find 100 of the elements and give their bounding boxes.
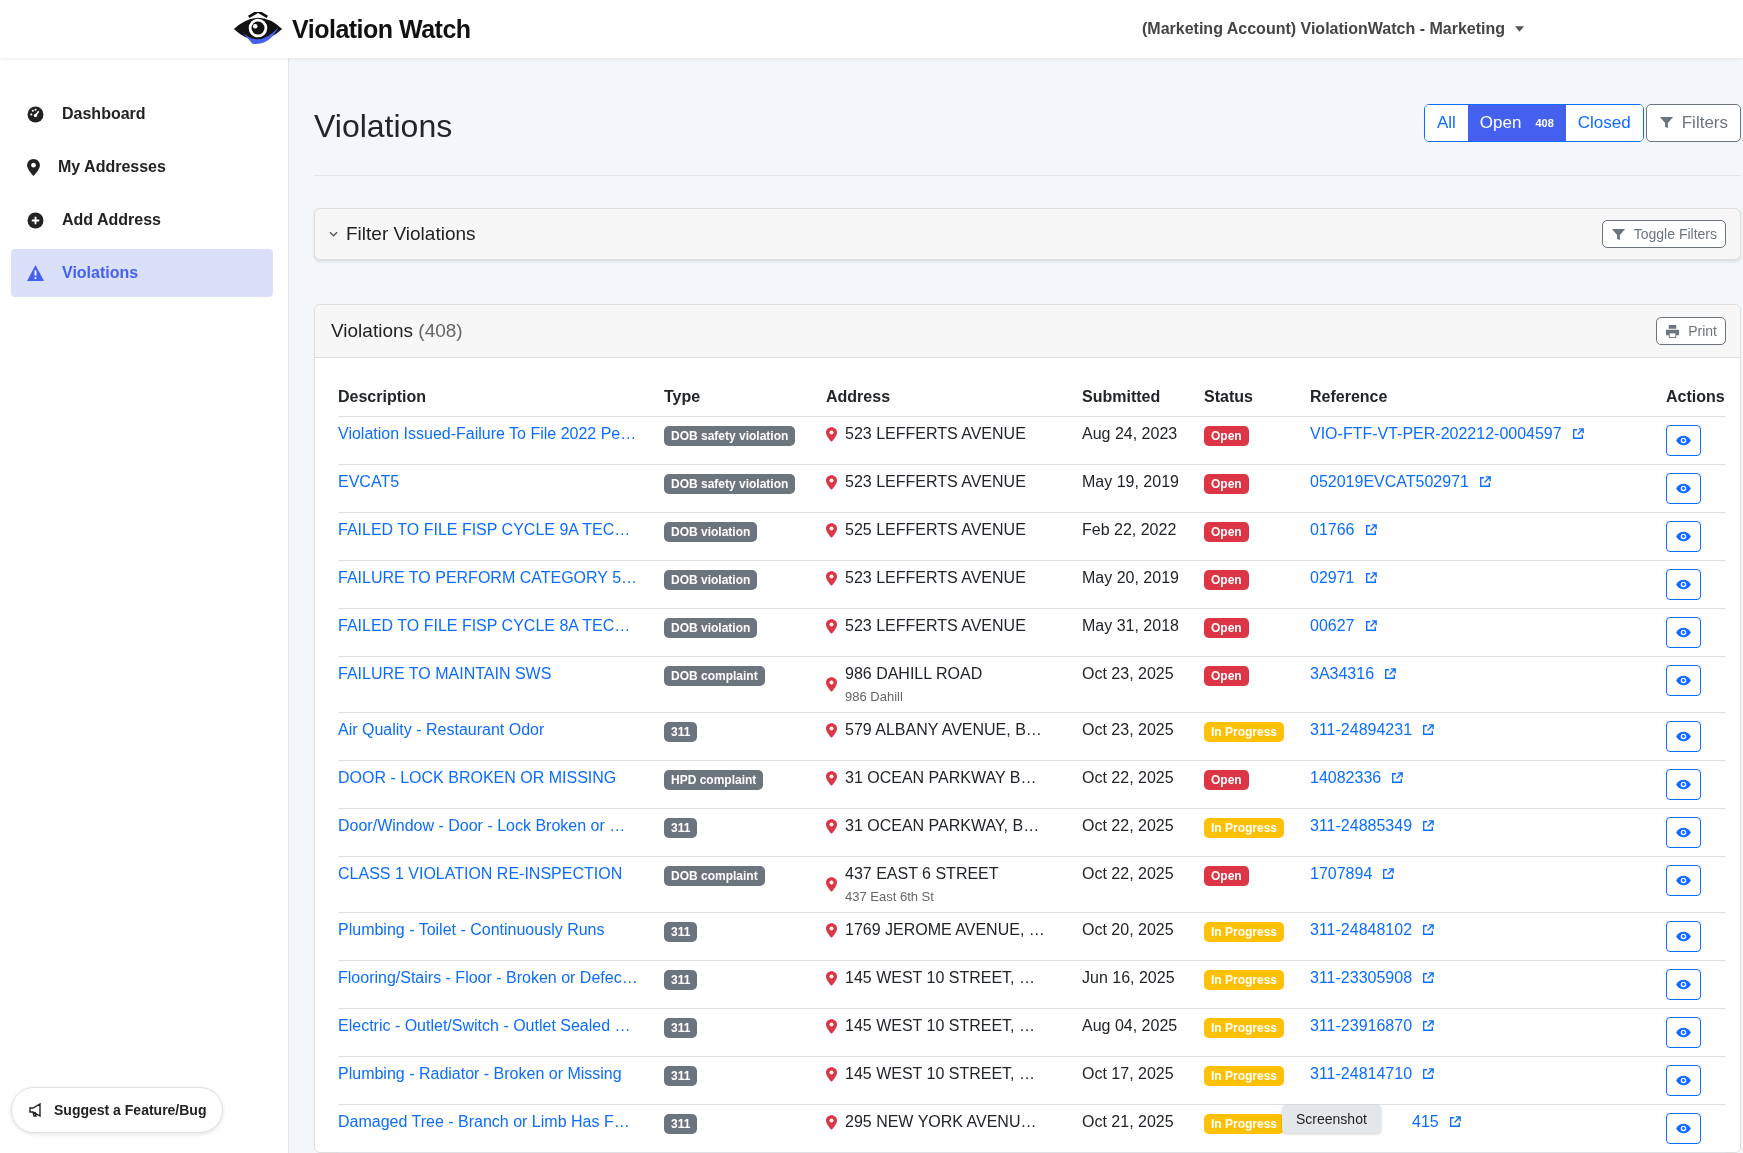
address-text: 523 LEFFERTS AVENUE xyxy=(845,569,1026,587)
view-button[interactable] xyxy=(1666,921,1701,952)
external-link-icon xyxy=(1478,476,1491,488)
description-link[interactable]: FAILURE TO MAINTAIN SWS xyxy=(338,665,552,682)
address-text: 525 LEFFERTS AVENUE xyxy=(845,521,1026,539)
account-menu[interactable]: (Marketing Account) ViolationWatch - Marketing xyxy=(1138,16,1528,42)
map-pin-icon xyxy=(826,877,837,892)
external-link-icon xyxy=(1364,620,1377,632)
filters-button[interactable]: Filters xyxy=(1645,103,1741,142)
eye-icon xyxy=(1676,579,1691,590)
filter-panel-toggle[interactable]: Filter Violations xyxy=(329,223,476,245)
reference-link[interactable]: 02971 xyxy=(1310,569,1377,587)
eye-icon xyxy=(1676,627,1691,638)
status-filter-tab[interactable]: Open 408 xyxy=(1467,104,1566,141)
map-pin-icon xyxy=(826,1114,837,1130)
column-header: Reference xyxy=(1310,378,1666,417)
description-link[interactable]: Electric - Outlet/Switch - Outlet Sealed … xyxy=(338,1017,631,1034)
description-link[interactable]: Door/Window - Door - Lock Broken or … xyxy=(338,817,626,834)
reference-link[interactable]: 311-24885349 xyxy=(1310,817,1435,835)
address-text: 295 NEW YORK AVENU… xyxy=(845,1113,1037,1131)
reference-link[interactable]: 311-23916870 xyxy=(1310,1017,1435,1035)
submitted-date: Oct 23, 2025 xyxy=(1082,712,1204,761)
toggle-filters-button[interactable]: Toggle Filters xyxy=(1601,220,1726,248)
map-pin-icon xyxy=(826,970,837,986)
map-pin-icon xyxy=(826,426,837,442)
view-button[interactable] xyxy=(1666,1065,1701,1096)
sidebar-item[interactable]: Dashboard xyxy=(11,90,273,138)
sidebar-item[interactable]: My Addresses xyxy=(11,143,273,191)
address-text: 523 LEFFERTS AVENUE xyxy=(845,425,1026,443)
card-title: Violations (408) xyxy=(331,320,463,342)
count-label: 408 xyxy=(1535,116,1554,129)
external-link-icon xyxy=(1422,924,1435,936)
reference-link[interactable]: 415 xyxy=(1412,1113,1461,1131)
type-badge: 311 xyxy=(664,970,698,990)
address-text: 579 ALBANY AVENUE, B… xyxy=(845,721,1042,739)
status-badge: Open xyxy=(1204,522,1249,542)
view-button[interactable] xyxy=(1666,617,1701,648)
submitted-date: Oct 17, 2025 xyxy=(1082,1056,1204,1105)
brand-name: Violation Watch xyxy=(292,14,471,44)
description-link[interactable]: Flooring/Stairs - Floor - Broken or Defec… xyxy=(338,969,638,986)
address-text: 145 WEST 10 STREET, … xyxy=(845,1017,1035,1035)
submitted-date: May 19, 2019 xyxy=(1082,464,1204,513)
reference-link[interactable]: 14082336 xyxy=(1310,769,1404,787)
view-button[interactable] xyxy=(1666,721,1701,752)
reference-link[interactable]: 3A34316 xyxy=(1310,665,1397,683)
view-button[interactable] xyxy=(1666,521,1701,552)
view-button[interactable] xyxy=(1666,817,1701,848)
suggest-feature-button[interactable]: Suggest a Feature/Bug xyxy=(11,1087,224,1133)
address-text: 145 WEST 10 STREET, … xyxy=(845,1065,1035,1083)
reference-link[interactable]: 01766 xyxy=(1310,521,1377,539)
description-link[interactable]: CLASS 1 VIOLATION RE-INSPECTION xyxy=(338,865,623,882)
description-link[interactable]: Plumbing - Radiator - Broken or Missing xyxy=(338,1065,622,1082)
reference-link[interactable]: 311-24894231 xyxy=(1310,721,1435,739)
description-link[interactable]: Plumbing - Toilet - Continuously Runs xyxy=(338,921,605,938)
view-button[interactable] xyxy=(1666,665,1701,696)
view-button[interactable] xyxy=(1666,473,1701,504)
eye-icon xyxy=(1676,931,1691,942)
status-badge: In Progress xyxy=(1204,970,1285,990)
description-link[interactable]: FAILURE TO PERFORM CATEGORY 5… xyxy=(338,569,638,586)
column-header: Address xyxy=(826,378,1082,417)
status-badge: Open xyxy=(1204,426,1249,446)
address-text: 523 LEFFERTS AVENUE xyxy=(845,473,1026,491)
map-pin-icon xyxy=(826,722,837,738)
reference-link[interactable]: 311-24848102 xyxy=(1310,921,1435,939)
print-button[interactable]: Print xyxy=(1656,317,1726,345)
reference-link[interactable]: 00627 xyxy=(1310,617,1377,635)
view-button[interactable] xyxy=(1666,1113,1701,1144)
view-button[interactable] xyxy=(1666,425,1701,456)
description-link[interactable]: FAILED TO FILE FISP CYCLE 8A TEC… xyxy=(338,617,631,634)
description-link[interactable]: DOOR - LOCK BROKEN OR MISSING xyxy=(338,769,617,786)
reference-link[interactable]: 1707894 xyxy=(1310,865,1395,883)
external-link-icon xyxy=(1422,820,1435,832)
description-link[interactable]: Damaged Tree - Branch or Limb Has F… xyxy=(338,1113,630,1130)
submitted-date: Aug 24, 2023 xyxy=(1082,416,1204,465)
view-button[interactable] xyxy=(1666,769,1701,800)
submitted-date: Oct 21, 2025 xyxy=(1082,1104,1204,1153)
map-pin-icon xyxy=(826,922,837,938)
submitted-date: Oct 22, 2025 xyxy=(1082,760,1204,809)
eye-icon xyxy=(1676,1123,1691,1134)
address-text: 31 OCEAN PARKWAY B… xyxy=(845,769,1037,787)
sidebar-item[interactable]: Add Address xyxy=(11,196,273,244)
reference-link[interactable]: 311-23305908 xyxy=(1310,969,1435,987)
description-link[interactable]: Air Quality - Restaurant Odor xyxy=(338,721,545,738)
type-badge: 311 xyxy=(664,922,698,942)
reference-link[interactable]: VIO-FTF-VT-PER-202212-0004597 xyxy=(1310,425,1584,443)
plus-circle-icon xyxy=(27,211,44,229)
status-badge: In Progress xyxy=(1204,1018,1285,1038)
description-link[interactable]: EVCAT5 xyxy=(338,473,400,490)
type-badge: DOB violation xyxy=(664,618,758,638)
description-link[interactable]: FAILED TO FILE FISP CYCLE 9A TEC… xyxy=(338,521,631,538)
view-button[interactable] xyxy=(1666,1017,1701,1048)
view-button[interactable] xyxy=(1666,569,1701,600)
sidebar-item[interactable]: Violations xyxy=(11,249,273,297)
reference-link[interactable]: 311-24814710 xyxy=(1310,1065,1435,1083)
description-link[interactable]: Violation Issued-Failure To File 2022 Pe… xyxy=(338,425,637,442)
submitted-date: Jun 16, 2025 xyxy=(1082,960,1204,1009)
reference-link[interactable]: 052019EVCAT502971 xyxy=(1310,473,1491,491)
eye-icon xyxy=(1676,827,1691,838)
view-button[interactable] xyxy=(1666,865,1701,896)
view-button[interactable] xyxy=(1666,969,1701,1000)
